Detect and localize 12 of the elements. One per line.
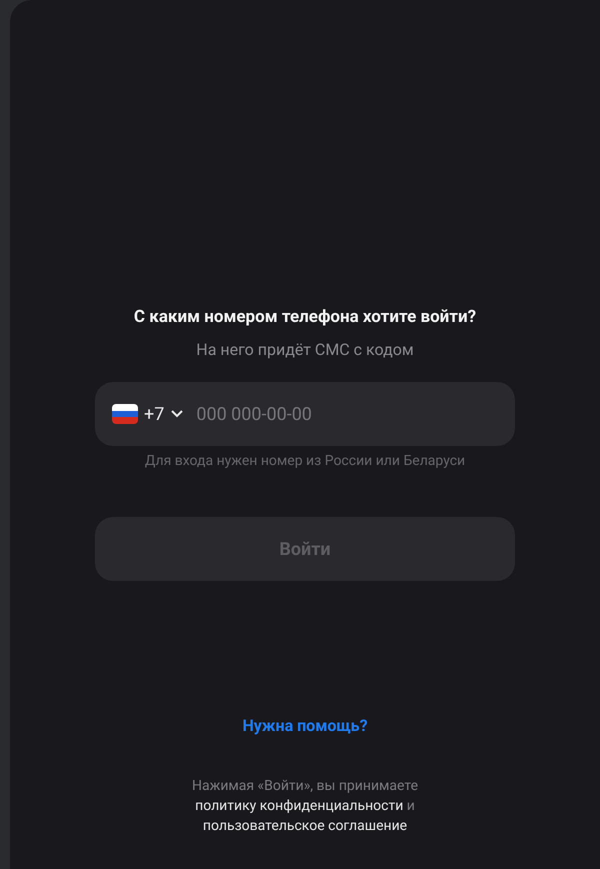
phone-input[interactable]: 000 000-00-00 bbox=[196, 400, 498, 428]
terms-link[interactable]: политику конфиденциальности bbox=[195, 798, 404, 814]
subtitle: На него придёт СМС с кодом bbox=[196, 340, 414, 360]
heading: С каким номером телефона хотите войти? bbox=[134, 306, 476, 329]
phone-hint: Для входа нужен номер из России или Беларуси bbox=[144, 452, 466, 470]
phone-field[interactable]: +7 000 000-00-00 bbox=[95, 382, 515, 446]
chevron-down-icon bbox=[170, 409, 184, 419]
russia-flag-icon bbox=[112, 404, 138, 424]
terms-text: Нажимая «Войти», вы принимаете политику конфиденциальности и пользовательское соглашение bbox=[190, 777, 419, 836]
country-code-selector[interactable]: +7 bbox=[112, 400, 184, 428]
help-link[interactable]: Нужна помощь? bbox=[242, 716, 368, 736]
terms-link[interactable]: пользовательское соглашение bbox=[202, 818, 408, 834]
